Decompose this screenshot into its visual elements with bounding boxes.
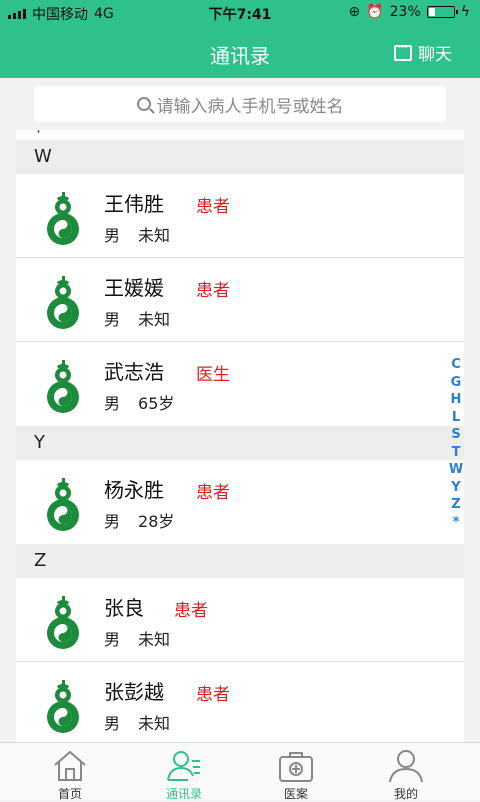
battery-icon bbox=[426, 6, 458, 18]
gourd-logo-icon bbox=[47, 596, 79, 649]
contact-row[interactable]: 杨永胜 患者 男 28岁 bbox=[16, 460, 464, 544]
gender: 男 bbox=[104, 394, 121, 413]
role-badge: 患者 bbox=[196, 281, 230, 301]
age: 未知 bbox=[138, 630, 171, 649]
section-header: Y bbox=[16, 426, 464, 460]
status-right: ⊕ ⏰ 23% ϟ bbox=[348, 4, 470, 20]
contact-row[interactable]: 张良 患者 男未知 bbox=[16, 578, 464, 662]
tab-medical-records[interactable]: 医案 bbox=[236, 743, 356, 801]
alphabet-index[interactable]: C G H L S T W Y Z * bbox=[446, 356, 466, 531]
role-badge: 医生 bbox=[196, 365, 230, 385]
nav-header: 通讯录 聊天 bbox=[0, 26, 480, 78]
contact-name: 张彭越 bbox=[104, 680, 164, 704]
contact-info: 男未知 bbox=[104, 306, 170, 330]
age: 65岁 bbox=[138, 394, 175, 413]
tab-label: 首页 bbox=[57, 787, 82, 801]
contact-row[interactable]: 张彭越 患者 男未知 bbox=[16, 662, 464, 742]
gourd-logo-icon bbox=[47, 276, 79, 329]
contact-name: 张良 bbox=[104, 596, 144, 620]
contact-row[interactable]: 武志浩 医生 男 65岁 bbox=[16, 342, 464, 426]
contact-row[interactable]: 王伟胜 患者 男未知 bbox=[16, 174, 464, 258]
index-letter[interactable]: Z bbox=[451, 496, 460, 514]
contact-info: 男 65岁 bbox=[104, 390, 174, 414]
contact-info: 男未知 bbox=[104, 710, 170, 734]
index-letter[interactable]: W bbox=[449, 461, 463, 479]
alarm-icon: ⏰ bbox=[366, 4, 384, 20]
contact-name: 王伟胜 bbox=[104, 192, 164, 216]
tab-home[interactable]: 首页 bbox=[10, 743, 130, 801]
section-letter: Y bbox=[34, 432, 45, 453]
index-letter[interactable]: H bbox=[451, 391, 462, 409]
gourd-logo-icon bbox=[47, 360, 79, 413]
search-bar: 请输入病人手机号或姓名 bbox=[0, 78, 480, 130]
chat-label: 聊天 bbox=[418, 45, 452, 65]
contact-info: 男未知 bbox=[104, 222, 170, 246]
medical-kit-icon bbox=[279, 752, 313, 782]
tab-label: 通讯录 bbox=[165, 787, 202, 801]
age: 未知 bbox=[138, 310, 171, 329]
tab-label: 医案 bbox=[283, 787, 308, 801]
index-letter[interactable]: S bbox=[451, 426, 460, 444]
contact-row[interactable]: 王媛媛 患者 男未知 bbox=[16, 258, 464, 342]
age: 28岁 bbox=[138, 512, 175, 531]
status-bar: 中国移动 4G 下午7:41 ⊕ ⏰ 23% ϟ bbox=[0, 0, 480, 26]
index-letter[interactable]: T bbox=[452, 444, 461, 462]
role-badge: 患者 bbox=[174, 601, 208, 621]
contact-info: 男未知 bbox=[104, 626, 170, 650]
section-header: Z bbox=[16, 544, 464, 578]
index-letter[interactable]: L bbox=[452, 409, 460, 427]
search-icon bbox=[136, 97, 151, 111]
chat-button[interactable]: 聊天 bbox=[394, 40, 452, 65]
section-header: W bbox=[16, 140, 464, 174]
contacts-icon bbox=[167, 751, 200, 781]
gourd-logo-icon bbox=[47, 192, 79, 245]
tab-bar: 首页 通讯录 医案 我的 bbox=[0, 742, 480, 801]
contact-name: 王媛媛 bbox=[104, 276, 164, 300]
home-icon bbox=[54, 750, 86, 781]
index-letter[interactable]: C bbox=[451, 356, 461, 374]
battery-percent: 23% bbox=[389, 4, 421, 20]
contact-list[interactable]: · W 王伟胜 患者 男未知 王媛媛 患者 男未知 武志浩 医生 男 65岁 Y … bbox=[16, 130, 464, 742]
contact-name: 杨永胜 bbox=[104, 478, 164, 502]
section-letter: Z bbox=[34, 550, 47, 571]
tab-profile[interactable]: 我的 bbox=[346, 743, 466, 801]
tab-contacts[interactable]: 通讯录 bbox=[124, 743, 244, 801]
orientation-lock-icon: ⊕ bbox=[348, 4, 361, 20]
gourd-logo-icon bbox=[47, 478, 79, 531]
index-letter[interactable]: G bbox=[451, 374, 462, 392]
role-badge: 患者 bbox=[196, 197, 230, 217]
age: 未知 bbox=[138, 714, 171, 733]
search-input[interactable]: 请输入病人手机号或姓名 bbox=[34, 86, 446, 122]
role-badge: 患者 bbox=[196, 685, 230, 705]
gender: 男 bbox=[104, 630, 121, 649]
index-letter[interactable]: * bbox=[453, 514, 460, 532]
search-placeholder: 请输入病人手机号或姓名 bbox=[156, 96, 344, 117]
contact-name: 武志浩 bbox=[104, 360, 164, 384]
role-badge: 患者 bbox=[196, 483, 230, 503]
age: 未知 bbox=[138, 226, 171, 245]
index-letter[interactable]: Y bbox=[451, 479, 460, 497]
profile-icon bbox=[389, 750, 423, 783]
chat-icon bbox=[394, 43, 412, 61]
contact-info: 男 28岁 bbox=[104, 508, 174, 532]
gourd-logo-icon bbox=[47, 680, 79, 733]
gender: 男 bbox=[104, 714, 121, 733]
section-letter: W bbox=[34, 146, 52, 167]
charging-icon: ϟ bbox=[460, 4, 470, 20]
tab-label: 我的 bbox=[393, 787, 418, 801]
gender: 男 bbox=[104, 512, 121, 531]
gender: 男 bbox=[104, 310, 121, 329]
gender: 男 bbox=[104, 226, 121, 245]
